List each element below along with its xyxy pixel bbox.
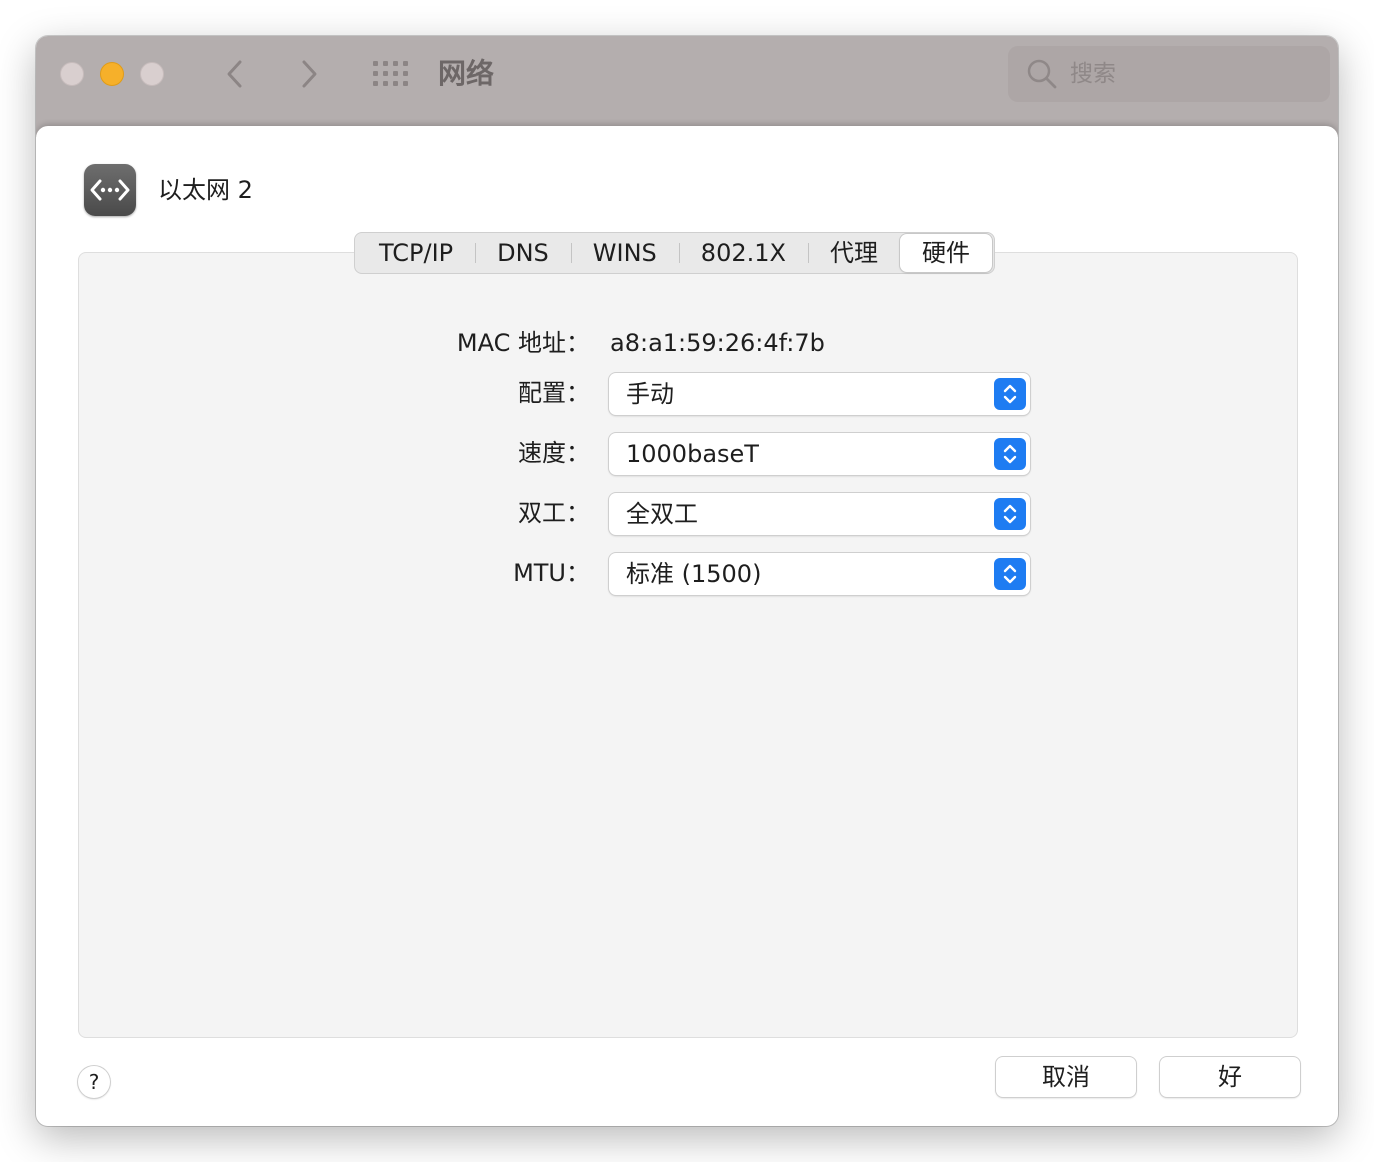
search-field[interactable]: 搜索	[1008, 46, 1330, 102]
tab-8021x[interactable]: 802.1X	[678, 233, 808, 273]
speed-value: 1000baseT	[626, 440, 759, 468]
help-button[interactable]: ?	[78, 1066, 110, 1098]
tab-content-panel	[78, 252, 1298, 1038]
ok-button[interactable]: 好	[1160, 1057, 1300, 1097]
tab-hardware[interactable]: 硬件	[899, 234, 992, 272]
tab-dns[interactable]: DNS	[475, 233, 571, 273]
search-placeholder: 搜索	[1070, 61, 1116, 87]
close-button[interactable]	[60, 62, 84, 86]
back-arrow-icon[interactable]	[220, 56, 250, 92]
configure-popup[interactable]: 手动	[609, 373, 1030, 415]
configure-value: 手动	[626, 380, 674, 408]
tab-bar: TCP/IP DNS WINS 802.1X 代理 硬件	[354, 232, 995, 274]
search-icon	[1027, 59, 1057, 89]
chevron-up-down-icon	[994, 438, 1026, 470]
window-title: 网络	[438, 57, 495, 90]
chevron-up-down-icon	[994, 498, 1026, 530]
chevron-up-down-icon	[994, 378, 1026, 410]
duplex-label: 双工：	[518, 499, 590, 527]
speed-label: 速度：	[518, 439, 590, 467]
show-all-grid-icon[interactable]	[372, 60, 408, 88]
mtu-label: MTU：	[513, 559, 590, 587]
minimize-button[interactable]	[100, 62, 124, 86]
titlebar: 网络 搜索	[36, 36, 1338, 137]
tab-proxies[interactable]: 代理	[807, 233, 900, 273]
tab-wins[interactable]: WINS	[570, 233, 679, 273]
zoom-button[interactable]	[140, 62, 164, 86]
configure-label: 配置：	[518, 379, 590, 407]
mtu-popup[interactable]: 标准 (1500)	[609, 553, 1030, 595]
mac-address-value: a8:a1:59:26:4f:7b	[610, 329, 825, 357]
tab-tcpip[interactable]: TCP/IP	[357, 233, 475, 273]
advanced-settings-sheet: 以太网 2 TCP/IP DNS WINS 802.1X 代理 硬件 MAC 地…	[36, 126, 1338, 1126]
ethernet-icon	[84, 164, 136, 216]
forward-arrow-icon[interactable]	[294, 56, 324, 92]
mtu-value: 标准 (1500)	[626, 560, 762, 588]
interface-name: 以太网 2	[158, 176, 253, 204]
duplex-popup[interactable]: 全双工	[609, 493, 1030, 535]
duplex-value: 全双工	[626, 500, 698, 528]
chevron-up-down-icon	[994, 558, 1026, 590]
cancel-button[interactable]: 取消	[996, 1057, 1136, 1097]
mac-address-label: MAC 地址：	[456, 329, 590, 357]
network-preferences-window: 网络 搜索 以太网 2 TCP/IP DNS WINS 802.1X 代理 硬件…	[36, 36, 1338, 1126]
speed-popup[interactable]: 1000baseT	[609, 433, 1030, 475]
